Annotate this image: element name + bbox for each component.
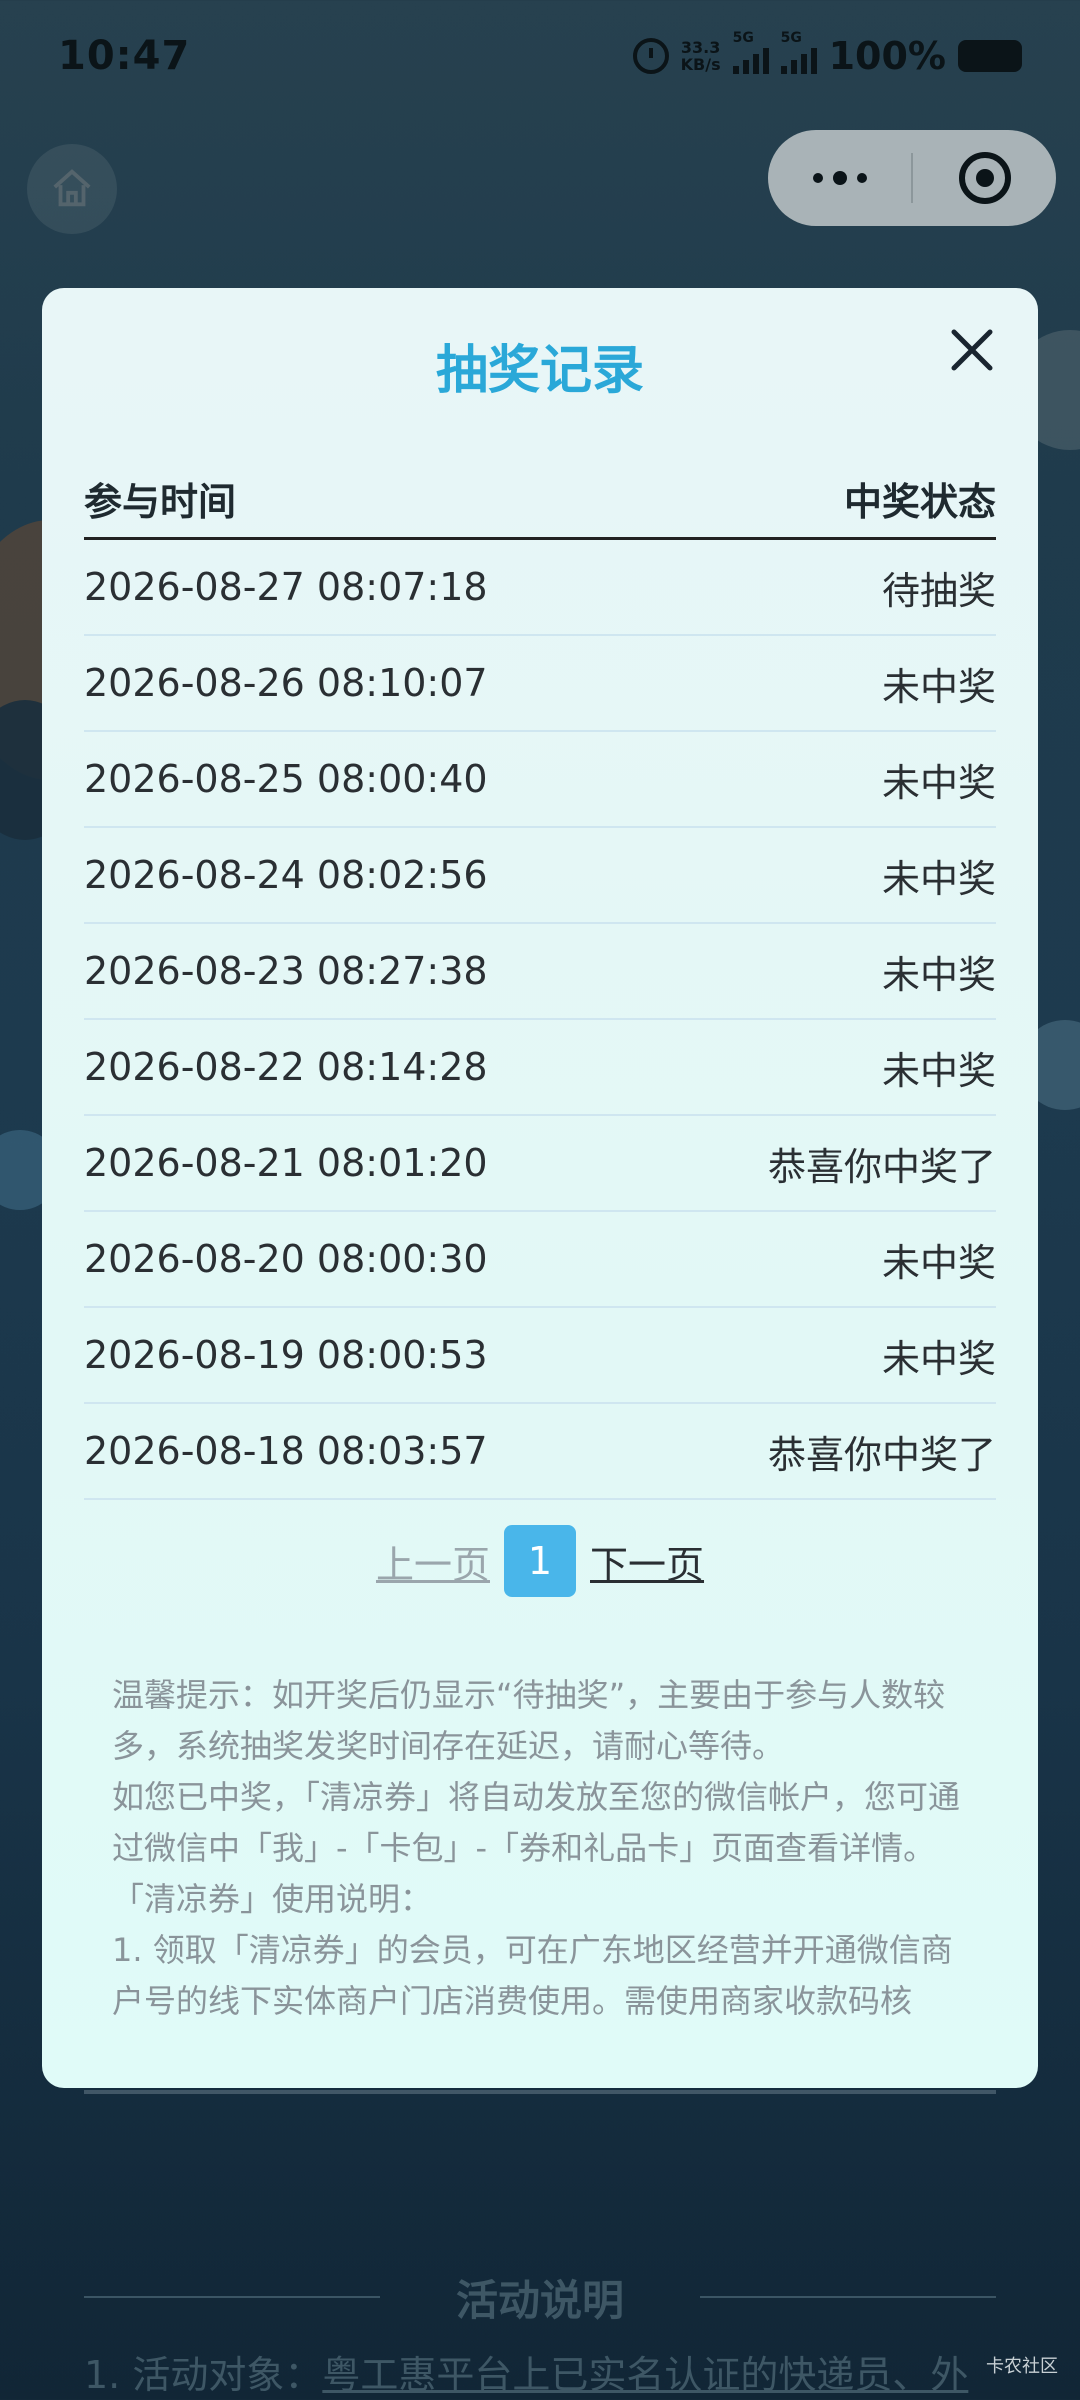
modal-title: 抽奖记录: [435, 341, 644, 401]
signal-label: 5G: [780, 30, 802, 46]
row-time: 2026-08-21 08:01:20: [84, 1141, 488, 1185]
row-status: 未中奖: [881, 856, 996, 901]
table-row: 2026-08-20 08:00:30 未中奖: [84, 1212, 996, 1308]
row-status: 恭喜你中奖了: [767, 1432, 996, 1477]
target-icon: [958, 152, 1011, 204]
table-row: 2026-08-26 08:10:07 未中奖: [84, 636, 996, 732]
divider: [700, 2296, 997, 2298]
alarm-icon: [632, 38, 669, 74]
row-time: 2026-08-25 08:00:40: [84, 757, 488, 801]
section-header: 活动说明: [84, 2262, 997, 2332]
home-icon: [53, 169, 91, 207]
row-time: 2026-08-26 08:10:07: [84, 661, 488, 705]
signal-label: 5G: [732, 30, 754, 46]
row-time: 2026-08-24 08:02:56: [84, 853, 488, 897]
notes-paragraph: 温馨提示：如开奖后仍显示“待抽奖”，主要由于参与人数较多，系统抽奖发奖时间存在延…: [112, 1676, 946, 1765]
home-button[interactable]: [27, 144, 117, 234]
notes-paragraph: 1. 领取「清凉券」的会员，可在广东地区经营并开通微信商户号的线下实体商户门店消…: [112, 1931, 953, 2020]
close-icon: [951, 329, 993, 371]
table-row: 2026-08-25 08:00:40 未中奖: [84, 732, 996, 828]
status-bar: 10:47 33.3 KB/s 5G 5G 100%: [0, 0, 1080, 112]
signal-icon: 5G: [732, 30, 769, 74]
table-header: 参与时间 中奖状态: [84, 460, 996, 540]
divider: [84, 2090, 996, 2094]
row-time: 2026-08-20 08:00:30: [84, 1237, 488, 1281]
notes-paragraph: 如您已中奖，「清凉券」将自动发放至您的微信帐户，您可通过微信中「我」-「卡包」-…: [112, 1778, 961, 1867]
row-status: 未中奖: [881, 1048, 996, 1093]
row-status: 未中奖: [881, 664, 996, 709]
row-time: 2026-08-23 08:27:38: [84, 949, 488, 993]
status-icons: 33.3 KB/s 5G 5G 100%: [632, 30, 1022, 78]
close-button[interactable]: [946, 324, 998, 376]
lottery-record-modal: 抽奖记录 参与时间 中奖状态 2026-08-27 08:07:18 待抽奖 20…: [42, 288, 1038, 2088]
column-header-status: 中奖状态: [843, 480, 996, 524]
column-header-time: 参与时间: [84, 480, 237, 524]
table-row: 2026-08-22 08:14:28 未中奖: [84, 1020, 996, 1116]
network-speed-unit: KB/s: [680, 55, 721, 74]
table-row: 2026-08-18 08:03:57 恭喜你中奖了: [84, 1404, 996, 1500]
row-status: 未中奖: [881, 1240, 996, 1285]
next-page-link[interactable]: 下一页: [590, 1534, 704, 1589]
row-status: 未中奖: [881, 952, 996, 997]
activity-description: 1. 活动对象：粤工惠平台上已实名认证的快递员、外: [84, 2344, 996, 2400]
table-row: 2026-08-23 08:27:38 未中奖: [84, 924, 996, 1020]
battery-icon: [958, 40, 1022, 72]
row-time: 2026-08-19 08:00:53: [84, 1333, 488, 1377]
close-mini-program-button[interactable]: [913, 152, 1056, 204]
activity-link[interactable]: 粤工惠平台上已实名认证的快递员、外: [322, 2353, 968, 2397]
watermark: 卡农社区: [986, 2356, 1058, 2377]
prev-page-link[interactable]: 上一页: [376, 1534, 490, 1589]
notes-section: 温馨提示：如开奖后仍显示“待抽奖”，主要由于参与人数较多，系统抽奖发奖时间存在延…: [112, 1670, 972, 2027]
mini-program-capsule: [768, 130, 1056, 226]
table-row: 2026-08-27 08:07:18 待抽奖: [84, 540, 996, 636]
row-time: 2026-08-18 08:03:57: [84, 1429, 488, 1473]
divider: [84, 2296, 380, 2298]
table-row: 2026-08-19 08:00:53 未中奖: [84, 1308, 996, 1404]
row-time: 2026-08-22 08:14:28: [84, 1045, 488, 1089]
current-page-button[interactable]: 1: [504, 1525, 576, 1597]
pagination: 上一页 1 下一页: [42, 1524, 1038, 1598]
row-status: 未中奖: [881, 1336, 996, 1381]
section-title: 活动说明: [456, 2275, 625, 2325]
battery-percent: 100%: [828, 34, 946, 78]
row-status: 待抽奖: [881, 568, 996, 613]
row-time: 2026-08-27 08:07:18: [84, 565, 488, 609]
table-row: 2026-08-24 08:02:56 未中奖: [84, 828, 996, 924]
row-status: 未中奖: [881, 760, 996, 805]
network-speed: 33.3 KB/s: [681, 39, 721, 73]
signal-icon: 5G: [780, 30, 817, 74]
activity-label: 1. 活动对象：: [84, 2353, 323, 2397]
record-table: 2026-08-27 08:07:18 待抽奖 2026-08-26 08:10:…: [84, 540, 996, 1500]
notes-paragraph: 「清凉券」使用说明：: [112, 1880, 433, 1918]
row-status: 恭喜你中奖了: [767, 1144, 996, 1189]
status-time: 10:47: [58, 33, 191, 79]
table-row: 2026-08-21 08:01:20 恭喜你中奖了: [84, 1116, 996, 1212]
more-dots-icon[interactable]: [768, 171, 911, 185]
network-speed-value: 33.3: [680, 38, 721, 57]
